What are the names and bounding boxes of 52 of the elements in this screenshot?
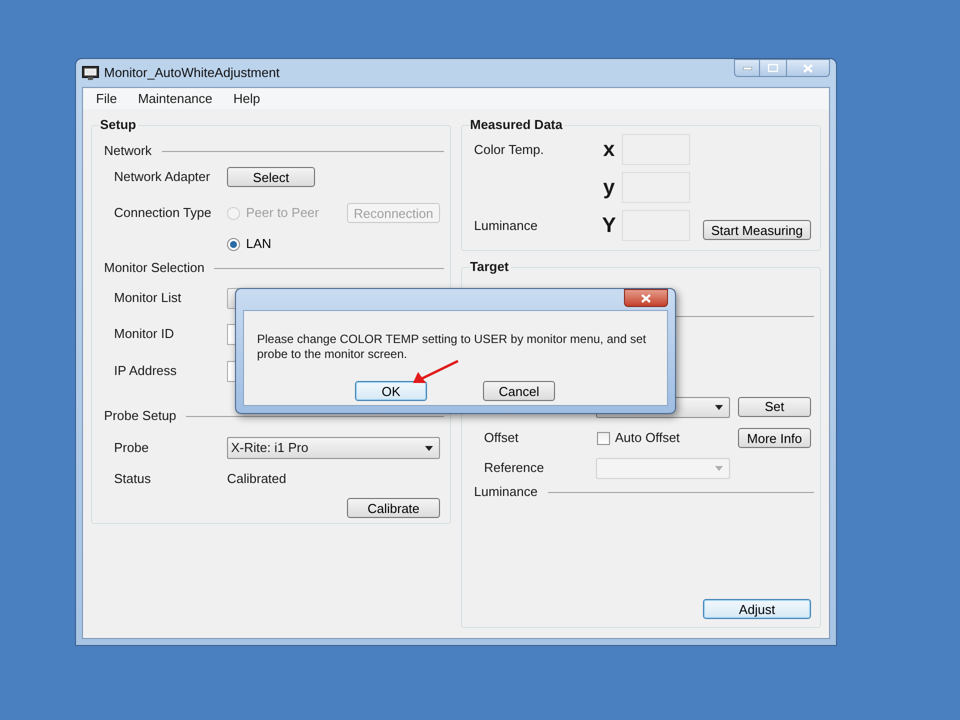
menu-item[interactable]: Help xyxy=(226,88,268,108)
checkbox[interactable] xyxy=(597,432,610,444)
section-header: Probe Setup xyxy=(104,407,176,426)
adjust-button[interactable]: Adjust xyxy=(703,599,811,619)
checkbox-label: Auto Offset xyxy=(615,429,681,448)
maximize-icon xyxy=(768,64,778,72)
field-label: Reference xyxy=(484,459,545,478)
field-label: Connection Type xyxy=(114,204,212,222)
probe-dropdown[interactable]: X-Rite: i1 Pro xyxy=(227,437,440,459)
close-icon xyxy=(641,294,651,302)
field-label: Network Adapter xyxy=(114,168,212,186)
monitor-icon xyxy=(82,66,99,80)
field-label: Monitor ID xyxy=(114,325,175,344)
radio-label: LAN xyxy=(246,235,272,254)
field-label: Color Temp. xyxy=(474,140,545,159)
arrow-icon xyxy=(411,359,461,385)
group-title: Setup xyxy=(100,117,138,133)
menu-item[interactable]: File xyxy=(89,88,124,108)
radio-label: Peer to Peer xyxy=(246,204,319,222)
select-button[interactable]: Select xyxy=(227,167,315,187)
ok-button[interactable]: OK xyxy=(355,381,427,401)
close-button[interactable] xyxy=(624,289,668,307)
caret-icon xyxy=(715,466,723,470)
minimize-button[interactable] xyxy=(734,59,760,77)
calibrate-button[interactable]: Calibrate xyxy=(347,498,440,518)
menu-item[interactable]: Maintenance xyxy=(130,88,220,108)
set-button[interactable]: Set xyxy=(738,396,811,416)
section-header: Monitor Selection xyxy=(104,259,204,278)
field-label: Probe xyxy=(114,439,150,458)
axis-symbol: x xyxy=(602,139,616,160)
field-label: IP Address xyxy=(114,362,178,380)
minimize-icon xyxy=(742,66,752,70)
status-value: Calibrated xyxy=(227,470,286,488)
field-label: Luminance xyxy=(474,216,539,235)
field-label: Monitor List xyxy=(114,289,182,308)
caret-icon xyxy=(715,404,723,410)
field-label: Offset xyxy=(484,429,520,448)
maximize-button[interactable] xyxy=(760,59,786,77)
field-label: Status xyxy=(114,470,152,488)
axis-symbol: y xyxy=(602,177,616,198)
cancel-button[interactable]: Cancel xyxy=(483,381,555,401)
start-measuring-button[interactable]: Start Measuring xyxy=(703,220,811,240)
group-title: Target xyxy=(470,259,511,275)
caret-icon xyxy=(425,446,433,450)
axis-symbol: Y xyxy=(600,215,617,236)
radio-button[interactable] xyxy=(227,238,240,250)
window-title: Monitor_AutoWhiteAdjustment xyxy=(104,64,280,82)
dialog-message: Please change COLOR TEMP setting to USER by monitor menu, and set probe to the monitor screen. xyxy=(256,331,648,362)
section-header: Luminance xyxy=(474,483,538,502)
more-info-button[interactable]: More Info xyxy=(738,428,811,448)
close-icon xyxy=(803,64,813,72)
section-header: Network xyxy=(104,142,152,160)
